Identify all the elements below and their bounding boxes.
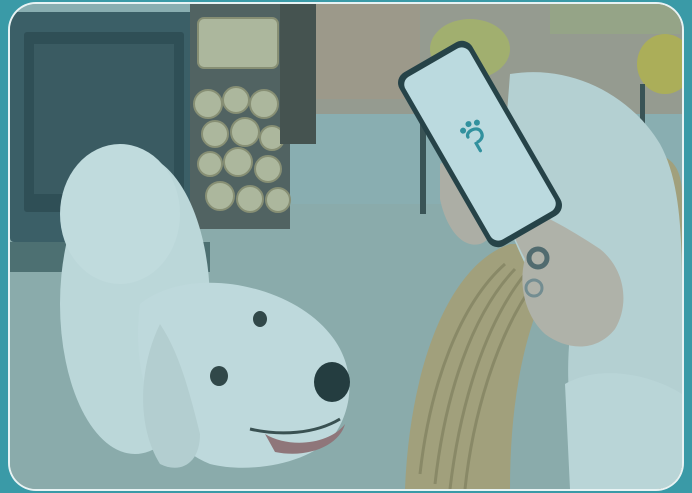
lifestyle-photo <box>10 4 682 489</box>
photo-frame <box>0 0 692 493</box>
firewood-stack <box>190 4 291 229</box>
wooden-pillar <box>280 4 316 144</box>
photo-illustration <box>10 4 682 489</box>
